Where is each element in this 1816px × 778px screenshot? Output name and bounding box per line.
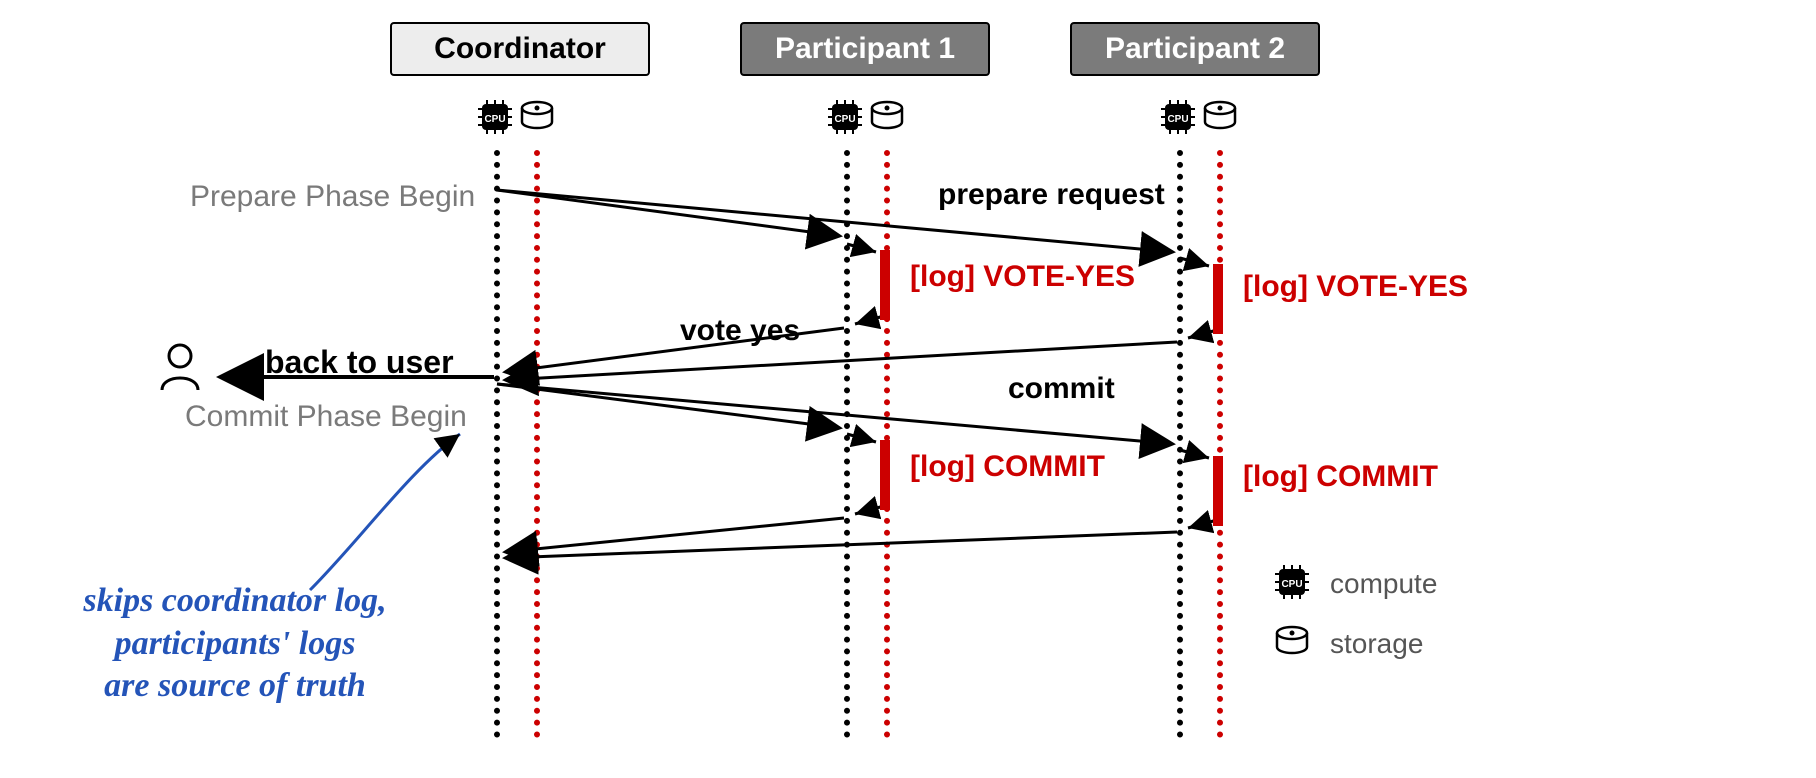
p1-log-commit: [log] COMMIT	[910, 450, 1105, 484]
actor-coordinator: Coordinator	[390, 22, 650, 76]
commit-phase-begin-label: Commit Phase Begin	[185, 400, 467, 434]
actor-participant-1: Participant 1	[740, 22, 990, 76]
diagram-stage: Coordinator Participant 1 Participant 2 …	[0, 0, 1816, 778]
p2-log-vote-bar	[1213, 264, 1223, 334]
participant1-compute-lifeline	[844, 150, 850, 738]
p1-log-vote-yes: [log] VOTE-YES	[910, 260, 1135, 294]
legend-compute: compute	[1330, 568, 1437, 600]
p1-log-vote-bar	[880, 250, 890, 320]
participant2-storage-lifeline	[1217, 150, 1223, 738]
coordinator-compute-lifeline	[494, 150, 500, 738]
actor-participant-2: Participant 2	[1070, 22, 1320, 76]
vote-yes-label: vote yes	[680, 314, 800, 348]
coordinator-storage-lifeline	[534, 150, 540, 738]
commit-label: commit	[1008, 372, 1115, 406]
p2-log-commit-bar	[1213, 456, 1223, 526]
p1-log-commit-bar	[880, 440, 890, 510]
participant2-compute-lifeline	[1177, 150, 1183, 738]
back-to-user-label: back to user	[265, 344, 454, 381]
legend-storage: storage	[1330, 628, 1423, 660]
p2-log-vote-yes: [log] VOTE-YES	[1243, 270, 1468, 304]
p2-log-commit: [log] COMMIT	[1243, 460, 1438, 494]
annotation-note: skips coordinator log,participants' logs…	[25, 580, 445, 708]
prepare-phase-begin-label: Prepare Phase Begin	[190, 180, 475, 214]
prepare-request-label: prepare request	[938, 178, 1165, 212]
